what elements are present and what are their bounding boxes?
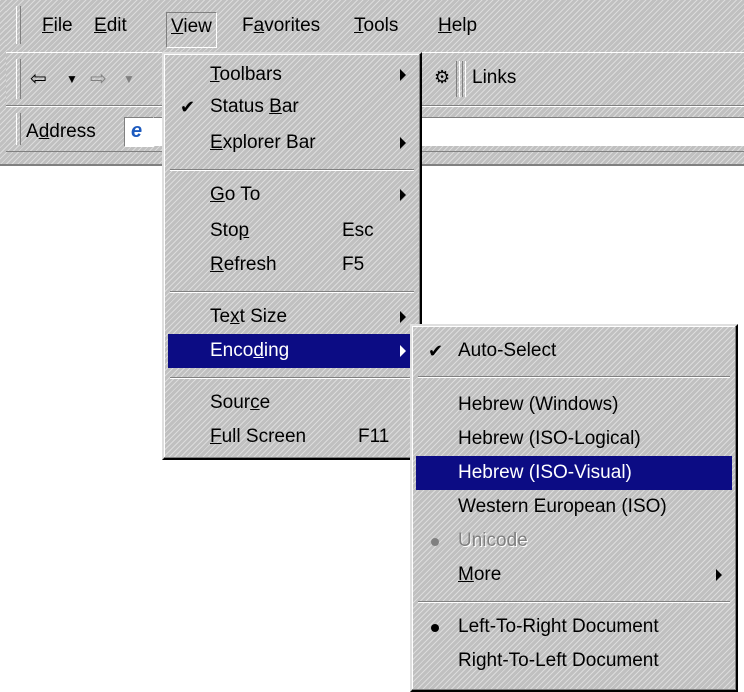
submenu-arrow-icon [716,569,722,581]
menu-tools[interactable]: Tools [350,12,402,40]
ie-page-icon: e [124,117,154,147]
encoding-hebrew-iso-visual[interactable]: Hebrew (ISO-Visual) [416,456,732,490]
menu-separator [170,377,414,379]
encoding-western-european[interactable]: Western European (ISO) [412,490,736,524]
links-label[interactable]: Links [472,67,516,89]
back-dropdown-icon[interactable]: ▼ [66,69,78,89]
menu-separator [418,376,730,378]
shortcut-stop: Esc [342,220,374,241]
menu-file[interactable]: File [38,12,77,40]
checkmark-icon: ✔ [180,97,196,117]
encoding-rtl-document[interactable]: Right-To-Left Document [412,644,736,678]
menu-item-toolbars[interactable]: Toolbars [164,58,420,92]
menu-bar: File Edit View Favorites Tools Help [6,0,744,50]
toolbar-grip[interactable] [16,59,21,99]
menu-favorites[interactable]: Favorites [238,12,324,40]
menubar-grip[interactable] [16,6,21,44]
back-arrow-icon[interactable]: ⇦ [30,69,47,89]
view-menu: Toolbars ✔ Status Bar Explorer Bar Go To … [162,52,422,460]
submenu-arrow-icon [400,311,406,323]
menu-item-explorer-bar[interactable]: Explorer Bar [164,126,420,160]
encoding-hebrew-iso-logical[interactable]: Hebrew (ISO-Logical) [412,422,736,456]
menu-item-text-size[interactable]: Text Size [164,300,420,334]
address-label: Address [26,121,96,142]
shortcut-refresh: F5 [342,254,365,275]
encoding-ltr-document[interactable]: Left-To-Right Document [412,610,736,644]
menu-item-encoding[interactable]: Encoding [168,334,416,368]
menu-view[interactable]: View [166,12,217,48]
submenu-arrow-icon [400,69,406,81]
menu-separator [170,169,414,171]
menu-item-go-to[interactable]: Go To [164,178,420,212]
forward-arrow-icon[interactable]: ⇨ [90,69,107,89]
encoding-hebrew-windows[interactable]: Hebrew (Windows) [412,388,736,422]
menu-item-status-bar[interactable]: ✔ Status Bar [164,90,420,124]
toolbar-separator [456,61,460,97]
menu-item-source[interactable]: Source [164,386,420,420]
menu-item-full-screen[interactable]: Full Screen F11 [164,420,420,454]
encoding-more[interactable]: More [412,558,736,592]
checkmark-icon: ✔ [428,341,444,361]
submenu-arrow-icon [400,345,406,357]
submenu-arrow-icon [400,189,406,201]
links-grip[interactable] [462,61,466,97]
encoding-unicode: Unicode [412,524,736,558]
menu-help[interactable]: Help [434,12,481,40]
addressbar-grip[interactable] [16,113,21,145]
radio-bullet-icon [431,624,439,632]
menu-edit[interactable]: Edit [90,12,131,40]
radio-bullet-icon [431,538,439,546]
history-icon[interactable]: ⚙ [434,67,450,87]
forward-dropdown-icon[interactable]: ▼ [123,69,135,89]
encoding-submenu: ✔ Auto-Select Hebrew (Windows) Hebrew (IS… [410,324,738,692]
submenu-arrow-icon [400,137,406,149]
shortcut-full-screen: F11 [358,426,390,447]
menu-separator [170,291,414,293]
menu-separator [418,601,730,603]
menu-item-stop[interactable]: Stop Esc [164,214,420,248]
menu-item-refresh[interactable]: Refresh F5 [164,248,420,282]
encoding-auto-select[interactable]: ✔ Auto-Select [412,334,736,368]
